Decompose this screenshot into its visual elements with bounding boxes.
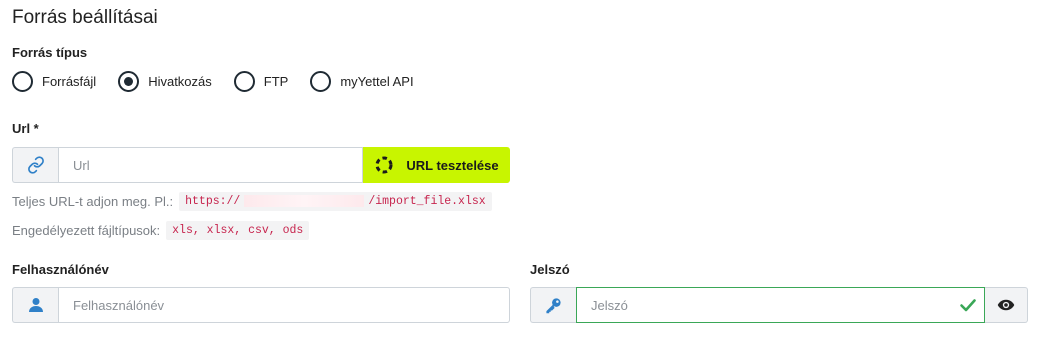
url-example: https:// /import_file.xlsx xyxy=(179,192,492,212)
url-input-group: URL tesztelése xyxy=(12,147,510,183)
test-url-button[interactable]: URL tesztelése xyxy=(363,147,510,183)
username-input-group xyxy=(12,287,510,323)
url-example-end: /import_file.xlsx xyxy=(368,195,486,209)
show-password-button[interactable] xyxy=(985,287,1028,323)
user-icon xyxy=(12,287,58,323)
username-label: Felhasználónév xyxy=(12,262,109,277)
radio-myyettel-api[interactable]: myYettel API xyxy=(310,70,414,92)
url-example-start: https:// xyxy=(185,195,241,209)
file-types-help: Engedélyezett fájltípusok: xls, xlsx, cs… xyxy=(12,221,310,240)
radio-circle[interactable] xyxy=(12,70,33,92)
key-icon xyxy=(530,287,576,323)
url-label: Url * xyxy=(12,121,39,136)
radio-label: Hivatkozás xyxy=(148,73,212,89)
username-input[interactable] xyxy=(58,287,510,323)
file-types-prefix: Engedélyezett fájltípusok: xyxy=(12,223,161,238)
source-type-radio-group: Forrásfájl Hivatkozás FTP myYettel API xyxy=(12,70,436,92)
password-field-wrap xyxy=(576,287,985,323)
url-help-prefix: Teljes URL-t adjon meg. Pl.: xyxy=(12,194,174,210)
test-url-label: URL tesztelése xyxy=(406,157,499,173)
radio-hivatkozas[interactable]: Hivatkozás xyxy=(118,70,212,92)
radio-circle-selected[interactable] xyxy=(118,70,140,92)
loading-icon xyxy=(375,156,393,174)
radio-forrasfajl[interactable]: Forrásfájl xyxy=(12,70,97,92)
section-title: Forrás beállításai xyxy=(12,7,158,28)
password-input-group xyxy=(530,287,1028,323)
radio-label: FTP xyxy=(263,73,289,89)
source-type-label: Forrás típus xyxy=(12,45,88,60)
radio-dot xyxy=(124,76,134,86)
url-input[interactable] xyxy=(58,147,363,183)
password-input[interactable] xyxy=(576,287,985,323)
radio-circle[interactable] xyxy=(233,70,255,92)
link-icon xyxy=(12,147,58,183)
radio-ftp[interactable]: FTP xyxy=(233,70,289,92)
radio-label: Forrásfájl xyxy=(42,73,97,89)
url-help-text: Teljes URL-t adjon meg. Pl.: https:// /im… xyxy=(12,192,492,212)
valid-check-icon xyxy=(960,299,976,312)
radio-label: myYettel API xyxy=(340,73,414,89)
eye-icon xyxy=(997,299,1015,311)
redacted-domain xyxy=(244,195,365,207)
password-label: Jelszó xyxy=(530,262,570,277)
file-types-list: xls, xlsx, csv, ods xyxy=(166,221,310,240)
radio-circle[interactable] xyxy=(310,70,332,92)
